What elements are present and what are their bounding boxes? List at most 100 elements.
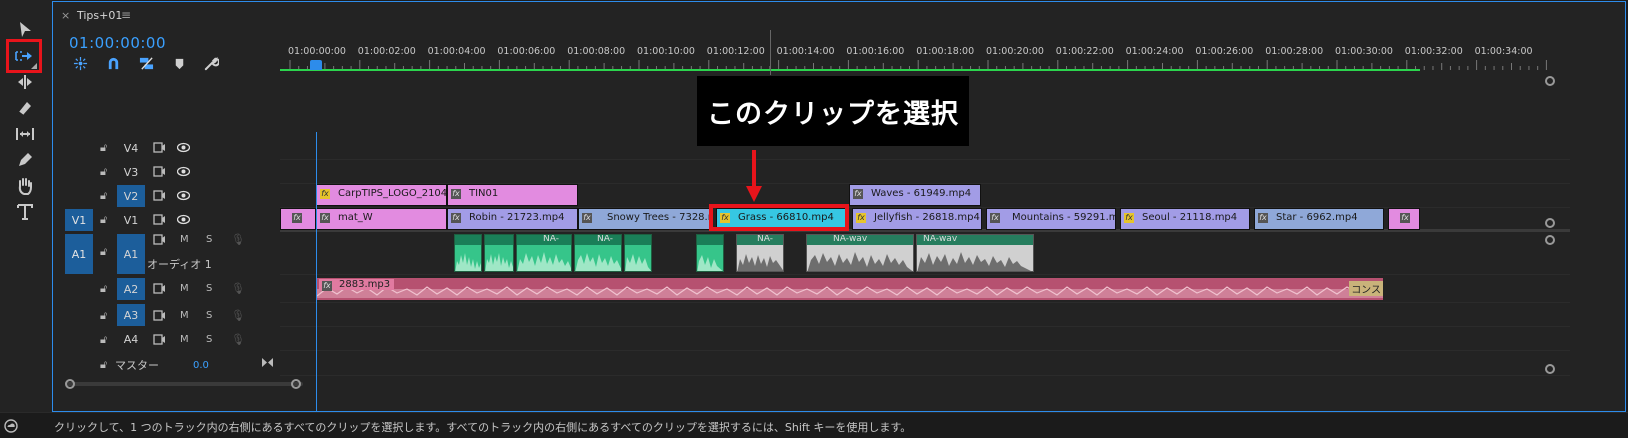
audio-clip-a1[interactable]: NA-wav <box>806 234 914 272</box>
lock-icon[interactable]: 🔓︎ <box>100 358 107 372</box>
work-area-bar[interactable] <box>280 69 1420 71</box>
mute-button[interactable]: M <box>180 334 189 345</box>
timeline-settings-wrench-icon[interactable] <box>202 55 220 71</box>
audio-clip-a1[interactable] <box>624 234 652 272</box>
source-patch-v1[interactable]: V1 <box>65 209 93 231</box>
tab-menu-icon[interactable]: ≡ <box>121 8 131 22</box>
audio-clip-a1[interactable] <box>696 234 724 272</box>
clip-v1-snowy-trees[interactable]: fx Snowy Trees - 7328.mp4 <box>578 208 712 230</box>
sync-lock-icon[interactable] <box>153 283 166 297</box>
source-patch-a1[interactable]: A1 <box>65 234 93 274</box>
lane-master[interactable] <box>280 352 1570 376</box>
sync-lock-icon[interactable] <box>153 214 166 228</box>
audio-clip-a1[interactable]: NA- <box>736 234 784 272</box>
audio-clip-a1[interactable]: NA-wav <box>916 234 1034 272</box>
hand-icon[interactable] <box>11 174 39 198</box>
sync-lock-icon[interactable] <box>153 334 166 348</box>
mute-button[interactable]: M <box>180 234 189 245</box>
track-label-v1[interactable]: V1 <box>117 209 145 231</box>
audio-scroll-bottom-handle[interactable] <box>1545 364 1555 374</box>
razor-icon[interactable] <box>11 96 39 120</box>
clip-v1-seoul[interactable]: fx Seoul - 21118.mp4 <box>1120 208 1250 230</box>
tab-close-icon[interactable]: × <box>61 9 70 22</box>
linked-selection-icon[interactable] <box>137 55 155 71</box>
clip-v1-star[interactable]: fx Star - 6962.mp4 <box>1254 208 1384 230</box>
clip-v1-mountains[interactable]: fx Mountains - 59291.mp4 <box>986 208 1116 230</box>
clip-v1-jellyfish[interactable]: fx Jellyfish - 26818.mp4 <box>852 208 982 230</box>
sync-lock-icon[interactable] <box>153 166 166 180</box>
scrollbar-thumb[interactable] <box>65 382 303 386</box>
lane-a4[interactable] <box>280 327 1570 351</box>
sync-lock-icon[interactable] <box>153 234 166 248</box>
time-ruler[interactable]: 01:00:00:00 01:00:02:00 01:00:04:00 01:00:0… <box>280 30 1570 74</box>
playhead-timecode[interactable]: 01:00:00:00 <box>69 34 166 52</box>
sync-lock-icon[interactable] <box>153 310 166 324</box>
master-volume-value[interactable]: 0.0 <box>193 360 209 371</box>
track-label-a4[interactable]: A4 <box>117 328 145 350</box>
audio-scroll-top-handle[interactable] <box>1545 235 1555 245</box>
lock-icon[interactable]: 🔓︎ <box>100 189 107 203</box>
track-label-a1[interactable]: A1 <box>117 234 145 274</box>
clip-v2-waves[interactable]: fx Waves - 61949.mp4 <box>849 184 981 206</box>
sync-lock-icon[interactable] <box>153 142 166 156</box>
clip-name: NA- <box>543 234 559 244</box>
type-icon[interactable] <box>11 200 39 224</box>
lock-icon[interactable]: 🔓︎ <box>100 141 107 155</box>
lock-icon[interactable]: 🔓︎ <box>100 213 107 227</box>
eye-icon[interactable] <box>176 190 191 204</box>
microphone-icon[interactable]: 🎙︎ <box>231 282 245 295</box>
track-select-forward-icon[interactable] <box>6 39 42 73</box>
solo-button[interactable]: S <box>206 283 212 294</box>
video-scroll-top-handle[interactable] <box>1545 76 1555 86</box>
track-label-a3[interactable]: A3 <box>117 304 145 326</box>
add-marker-icon[interactable] <box>170 55 188 71</box>
clip-v1-tail[interactable]: fx <box>1388 208 1420 230</box>
clip-v1-mat-w[interactable]: fx mat_W <box>316 208 447 230</box>
clip-v1-lead[interactable]: fx <box>280 208 316 230</box>
lock-icon[interactable]: 🔓︎ <box>100 309 107 323</box>
audio-clip-a1[interactable]: NA- <box>516 234 572 272</box>
go-to-end-icon[interactable] <box>261 357 274 371</box>
lock-icon[interactable]: 🔓︎ <box>100 282 107 296</box>
lock-icon[interactable]: 🔓︎ <box>100 165 107 179</box>
clip-v2-logo[interactable]: fx CarpTIPS_LOGO_21040 <box>316 184 447 206</box>
sync-lock-icon[interactable] <box>153 190 166 204</box>
snap-magnet-icon[interactable] <box>104 55 122 71</box>
clip-v2-tin01[interactable]: fx TIN01 <box>447 184 578 206</box>
scroll-left-handle[interactable] <box>65 379 75 389</box>
clip-v1-robin[interactable]: fx Robin - 21723.mp4 <box>447 208 578 230</box>
scroll-right-handle[interactable] <box>291 379 301 389</box>
eye-icon[interactable] <box>176 166 191 180</box>
microphone-icon[interactable]: 🎙︎ <box>231 233 245 246</box>
audio-clip-a1[interactable]: NA- <box>574 234 622 272</box>
pen-icon[interactable] <box>11 148 39 172</box>
solo-button[interactable]: S <box>206 310 212 321</box>
solo-button[interactable]: S <box>206 234 212 245</box>
audio-clip-a1[interactable] <box>454 234 482 272</box>
microphone-icon[interactable]: 🎙︎ <box>231 309 245 322</box>
track-label-v4[interactable]: V4 <box>117 137 145 159</box>
track-label-v3[interactable]: V3 <box>117 161 145 183</box>
microphone-icon[interactable]: 🎙︎ <box>231 333 245 346</box>
track-label-v2[interactable]: V2 <box>117 185 145 207</box>
playhead-handle[interactable] <box>310 60 322 70</box>
ripple-edit-icon[interactable] <box>11 70 39 94</box>
nest-toggle-icon[interactable] <box>71 55 89 71</box>
lock-icon[interactable]: 🔓︎ <box>100 333 107 347</box>
lane-v3[interactable] <box>280 160 1570 184</box>
lock-icon[interactable]: 🔓︎ <box>100 245 107 259</box>
sequence-tab-title[interactable]: Tips+01 <box>77 9 122 22</box>
audio-clip-a1[interactable] <box>484 234 514 272</box>
track-label-a2[interactable]: A2 <box>117 278 145 300</box>
lane-a3[interactable] <box>280 303 1570 327</box>
slip-icon[interactable] <box>11 122 39 146</box>
creative-cloud-icon[interactable] <box>4 419 18 433</box>
mute-button[interactable]: M <box>180 283 189 294</box>
mute-button[interactable]: M <box>180 310 189 321</box>
video-scroll-bottom-handle[interactable] <box>1545 218 1555 228</box>
eye-icon[interactable] <box>176 142 191 156</box>
eye-icon[interactable] <box>176 214 191 228</box>
horizontal-scrollbar[interactable] <box>65 378 1545 389</box>
audio-clip-a2-music[interactable]: 2883.mp3 fx コンス <box>316 277 1384 301</box>
solo-button[interactable]: S <box>206 334 212 345</box>
